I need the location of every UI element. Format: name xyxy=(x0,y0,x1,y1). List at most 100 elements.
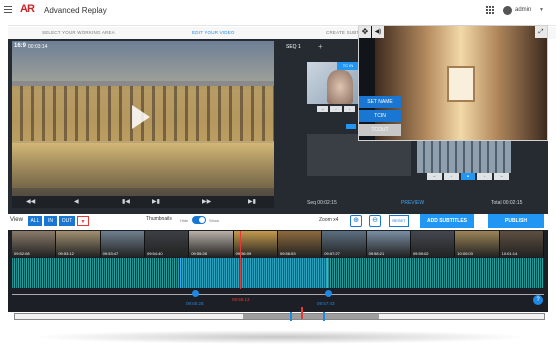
app-title: Advanced Replay xyxy=(44,6,107,15)
thumb-back-button[interactable]: ‹ xyxy=(330,106,342,112)
frame-timecode: 09:56:53 xyxy=(279,251,296,256)
reset-button[interactable]: RESET xyxy=(389,215,409,227)
next-frame-icon[interactable]: ▶▮ xyxy=(152,198,160,205)
user-avatar-icon[interactable] xyxy=(503,6,512,15)
thumbnail-frame[interactable]: 09:59:02 xyxy=(410,231,456,257)
thumbnails-hide-label: Hide xyxy=(180,218,189,223)
set-name-menu-item[interactable]: SET NAME xyxy=(359,96,401,108)
add-sequence-icon[interactable]: + xyxy=(318,42,323,51)
video-player[interactable]: 16:9 00:03:14 xyxy=(12,41,274,207)
thumb-prev-button[interactable]: ‹‹ xyxy=(317,106,329,112)
tcout-menu-item[interactable]: TCOUT xyxy=(359,124,401,136)
thumb-out-next-button[interactable]: ›› xyxy=(494,173,509,180)
filter-dropdown-icon[interactable]: ▼ xyxy=(77,216,89,226)
selected-marker[interactable] xyxy=(346,124,356,129)
range-out-handle[interactable] xyxy=(325,290,332,297)
sequence-duration: Seq 00:02:15 xyxy=(307,200,337,206)
user-menu-caret-icon[interactable]: ▼ xyxy=(539,7,544,13)
thumbnail-frame[interactable]: 10:00:03 xyxy=(455,231,500,257)
thumbnail-person xyxy=(327,70,353,104)
user-name[interactable]: admin xyxy=(515,7,531,13)
volume-icon[interactable]: ◀) xyxy=(372,26,384,38)
add-subtitles-button[interactable]: ADD SUBTITLES xyxy=(420,214,474,228)
video-frame-reflection xyxy=(12,143,274,188)
skip-end-icon[interactable]: ▶▮ xyxy=(248,198,256,205)
playhead[interactable] xyxy=(240,231,241,289)
step-back-icon[interactable]: ◀ xyxy=(74,198,79,205)
app-logo: AR xyxy=(20,3,35,15)
expand-icon[interactable]: ⤢ xyxy=(535,26,547,38)
aspect-ratio-label: 16:9 xyxy=(14,43,27,49)
thumbnail-frame[interactable]: 09:53:12 xyxy=(56,231,101,257)
corridor-vanishing-point xyxy=(447,66,475,102)
thumbnail-frame[interactable]: 10:01:14 xyxy=(499,231,544,257)
frame-timecode: 09:53:12 xyxy=(58,251,74,256)
thumbnail-frame[interactable]: 09:56:53 xyxy=(277,231,323,257)
frame-timecode: 09:52:08 xyxy=(14,251,30,256)
scroll-in-marker xyxy=(290,312,292,321)
frame-timecode: 10:01:14 xyxy=(501,251,518,256)
thumbnail-frame[interactable]: 09:57:27 xyxy=(322,231,367,257)
step-edit-video[interactable]: EDIT YOUR VIDEO xyxy=(192,30,235,35)
thumb-out-back-button[interactable]: ‹ xyxy=(443,173,459,180)
clip-thumbnail-in[interactable]: TC IN xyxy=(307,62,359,104)
frame-timecode: 09:59:02 xyxy=(412,251,429,256)
frame-timecode: 10:00:03 xyxy=(457,251,473,256)
frame-timecode: 09:56:09 xyxy=(235,251,252,256)
tc-current-label: 09:56:13 xyxy=(232,297,250,302)
thumbnail-frame[interactable]: 09:58:21 xyxy=(366,231,411,257)
zoom-level: Zoom x4 xyxy=(319,217,339,223)
volume-icon[interactable]: ◀◀ xyxy=(26,198,35,205)
zoom-in-icon[interactable]: ⊕ xyxy=(350,215,362,227)
move-icon[interactable]: ✥ xyxy=(359,26,371,38)
thumb-out-fwd-button[interactable]: › xyxy=(477,173,493,180)
thumbnail-frame[interactable]: 09:54:40 xyxy=(144,231,190,257)
play-icon[interactable] xyxy=(132,105,150,129)
frame-timecode: 09:55:28 xyxy=(191,251,207,256)
thumbnails-label: Thumbnails xyxy=(146,216,172,222)
thumb-out-prev-button[interactable]: ‹‹ xyxy=(427,173,442,180)
tc-in-label: 09:55:28 xyxy=(186,301,204,306)
video-controls: ◀◀ ◀ ▮◀ ▶▮ ▶▶ ▶▮ xyxy=(12,196,274,208)
scrollbar-thumb[interactable] xyxy=(243,314,379,319)
total-duration: Total 00:02:15 xyxy=(491,200,523,206)
frame-timecode: 09:57:27 xyxy=(324,251,340,256)
tab-seq-1[interactable]: SEQ 1 xyxy=(286,44,301,50)
video-timecode: 00:03:14 xyxy=(28,44,48,50)
view-out-button[interactable]: OUT xyxy=(59,216,75,226)
thumbnail-tag: TC IN xyxy=(337,62,359,70)
thumbnails-show-label: Show xyxy=(209,218,220,223)
thumbnails-toggle[interactable] xyxy=(192,216,206,224)
step-select-working-area[interactable]: SELECT YOUR WORKING AREA xyxy=(42,30,115,35)
view-all-button[interactable]: ALL xyxy=(28,216,42,226)
clip-thumbnail-out[interactable] xyxy=(417,141,511,173)
tc-out-label: 09:57:43 xyxy=(317,301,335,306)
overlay-preview-window[interactable]: ✥ ◀) ⤢ SET NAME TCIN TCOUT xyxy=(358,25,548,141)
zoom-out-icon[interactable]: ⊖ xyxy=(369,215,381,227)
range-track xyxy=(12,294,544,295)
thumb-fwd-button[interactable]: › xyxy=(343,106,355,112)
thumbnail-in-controls: ‹‹ ‹ › xyxy=(317,106,355,112)
publish-button[interactable]: PUBLISH xyxy=(488,214,544,228)
thumbnail-strip[interactable]: 09:52:08 09:53:12 09:53:47 09:54:40 09:55:28… xyxy=(12,231,544,257)
thumbnail-out-controls: ‹‹ ‹ ■ › ›› xyxy=(427,173,509,180)
frame-timecode: 09:53:47 xyxy=(102,251,119,256)
thumb-out-mark-button[interactable]: ■ xyxy=(460,173,476,180)
fast-forward-icon[interactable]: ▶▶ xyxy=(202,198,211,205)
thumbnail-frame[interactable]: 09:52:08 xyxy=(12,231,57,257)
preview-link[interactable]: PREVIEW xyxy=(401,200,424,206)
view-in-button[interactable]: IN xyxy=(44,216,57,226)
range-in-handle[interactable] xyxy=(192,290,199,297)
thumbnail-frame[interactable]: 09:53:47 xyxy=(100,231,145,257)
frame-timecode: 09:58:21 xyxy=(368,251,385,256)
view-label: View xyxy=(10,217,23,223)
overlay-video-frame xyxy=(375,26,547,140)
help-icon[interactable]: ? xyxy=(533,295,543,305)
frame-timecode: 09:54:40 xyxy=(146,251,163,256)
tcin-menu-item[interactable]: TCIN xyxy=(359,110,401,122)
selection-range[interactable] xyxy=(180,258,328,288)
hamburger-menu-icon[interactable] xyxy=(4,6,12,14)
prev-frame-icon[interactable]: ▮◀ xyxy=(122,198,130,205)
thumbnail-frame[interactable]: 09:55:28 xyxy=(189,231,234,257)
apps-grid-icon[interactable] xyxy=(486,6,494,14)
